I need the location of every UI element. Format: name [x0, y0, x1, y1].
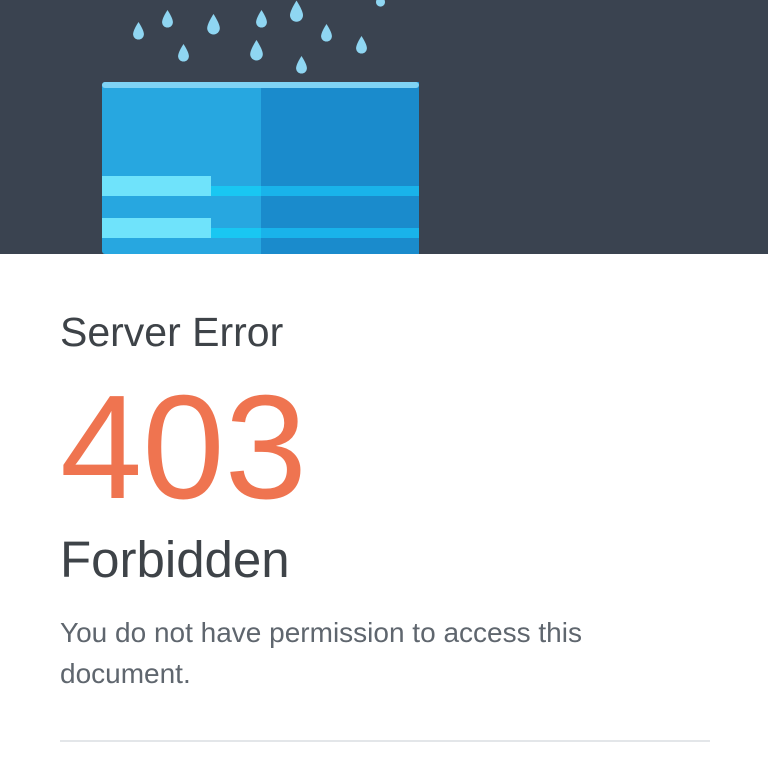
error-title: Forbidden	[60, 531, 290, 588]
raindrop-icon	[133, 22, 144, 40]
error-illustration-banner	[0, 0, 768, 254]
error-page: Server Error 403 Forbidden You do not ha…	[0, 0, 768, 768]
raindrop-icon	[250, 40, 263, 61]
rain-drops	[133, 0, 385, 74]
raindrop-icon	[162, 10, 173, 28]
error-illustration	[102, 0, 419, 254]
raindrop-icon	[256, 10, 267, 28]
raindrop-icon	[356, 36, 367, 54]
raindrop-icon	[376, 0, 385, 7]
raindrop-icon	[321, 24, 332, 42]
raindrop-icon	[178, 44, 189, 62]
raindrop-icon	[290, 0, 303, 22]
content-divider	[60, 740, 710, 742]
error-code: 403	[60, 365, 307, 530]
server-icon	[102, 82, 419, 254]
error-heading: Server Error	[60, 309, 284, 355]
raindrop-icon	[207, 14, 220, 35]
error-message: You do not have permission to access thi…	[60, 617, 582, 689]
raindrop-icon	[296, 56, 307, 74]
